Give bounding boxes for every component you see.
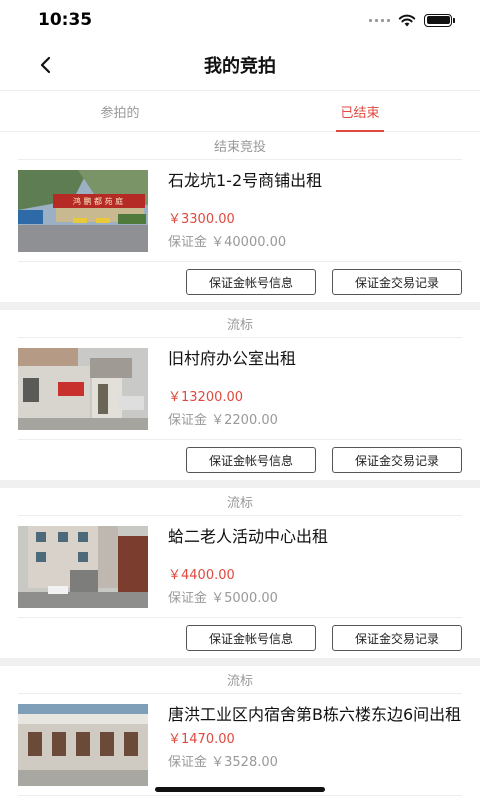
cellular-signal-icon: [369, 18, 390, 22]
listing-body[interactable]: 鸿 鹏 都 苑 庭 石龙坑1-2号商铺出租 ￥3300.00 保证金 ￥4000…: [18, 160, 462, 262]
listing-title: 蛤二老人活动中心出租: [168, 527, 329, 546]
list-item: 结束竞投 鸿 鹏 都 苑 庭 石龙坑1-2号商铺出租 ￥3300.00 保证金 …: [0, 132, 480, 302]
deposit-transaction-log-button[interactable]: 保证金交易记录: [332, 269, 462, 295]
deposit-account-info-button[interactable]: 保证金帐号信息: [186, 269, 316, 295]
listing-price: ￥3300.00: [168, 212, 235, 227]
tab-bar: 参拍的 已结束: [0, 90, 480, 132]
listing-title: 石龙坑1-2号商铺出租: [168, 171, 323, 190]
listing-photo: [18, 526, 148, 608]
listing-price: ￥13200.00: [168, 390, 244, 405]
deposit-account-info-button[interactable]: 保证金帐号信息: [186, 625, 316, 651]
listing-price: ￥4400.00: [168, 568, 235, 583]
battery-icon: [424, 13, 455, 27]
listing-deposit: 保证金 ￥3528.00: [168, 755, 278, 770]
section-divider: [0, 302, 480, 310]
listing-body[interactable]: 旧村府办公室出租 ￥13200.00 保证金 ￥2200.00: [18, 338, 462, 440]
auction-status: 流标: [18, 310, 462, 338]
listing-deposit: 保证金 ￥2200.00: [168, 413, 278, 428]
status-icons: [369, 13, 455, 27]
listing-title: 唐洪工业区内宿舍第B栋六楼东边6间出租: [168, 705, 462, 724]
listing-photo: 鸿 鹏 都 苑 庭: [18, 170, 148, 252]
listing-actions: 保证金帐号信息 保证金交易记录: [18, 440, 462, 480]
list-item: 流标 唐洪工业区内宿舍第B栋六楼东边6间出租 ￥1470.00 保证金 ￥352…: [0, 666, 480, 796]
listing-body[interactable]: 蛤二老人活动中心出租 ￥4400.00 保证金 ￥5000.00: [18, 516, 462, 618]
shop-sign-text: 鸿 鹏 都 苑 庭: [73, 196, 123, 206]
listing-deposit: 保证金 ￥40000.00: [168, 235, 287, 250]
listing-info: 旧村府办公室出租 ￥13200.00 保证金 ￥2200.00: [168, 348, 462, 429]
listing-info: 唐洪工业区内宿舍第B栋六楼东边6间出租 ￥1470.00 保证金 ￥3528.0…: [168, 704, 462, 785]
auction-status: 流标: [18, 666, 462, 694]
auction-status: 流标: [18, 488, 462, 516]
listing-price: ￥1470.00: [168, 732, 235, 747]
listing-photo: [18, 704, 148, 786]
home-indicator: [155, 787, 325, 792]
listing-actions: 保证金帐号信息 保证金交易记录: [18, 618, 462, 658]
list-item: 流标 蛤二老人活动中心出租 ￥4400.00 保证金 ￥5000.00 保证金帐…: [0, 488, 480, 658]
listing-title: 旧村府办公室出租: [168, 349, 297, 368]
section-divider: [0, 480, 480, 488]
listing-info: 蛤二老人活动中心出租 ￥4400.00 保证金 ￥5000.00: [168, 526, 462, 607]
tab-ended[interactable]: 已结束: [240, 91, 480, 131]
wifi-icon: [398, 14, 416, 26]
list-item: 流标 旧村府办公室出租 ￥13200.00 保证金 ￥2200.00 保证金帐号…: [0, 310, 480, 480]
status-bar: 10:35: [0, 0, 480, 40]
tab-participating[interactable]: 参拍的: [0, 91, 240, 131]
deposit-transaction-log-button[interactable]: 保证金交易记录: [332, 625, 462, 651]
status-time: 10:35: [38, 10, 93, 30]
deposit-account-info-button[interactable]: 保证金帐号信息: [186, 447, 316, 473]
listing-photo: [18, 348, 148, 430]
deposit-transaction-log-button[interactable]: 保证金交易记录: [332, 447, 462, 473]
listing-body[interactable]: 唐洪工业区内宿舍第B栋六楼东边6间出租 ￥1470.00 保证金 ￥3528.0…: [18, 694, 462, 796]
auction-status: 结束竞投: [18, 132, 462, 160]
page-title: 我的竞拍: [204, 56, 276, 77]
section-divider: [0, 658, 480, 666]
chevron-left-icon: [40, 56, 51, 74]
nav-bar: 我的竞拍: [0, 40, 480, 90]
listing-deposit: 保证金 ￥5000.00: [168, 591, 278, 606]
back-button[interactable]: [30, 48, 60, 82]
listing-info: 石龙坑1-2号商铺出租 ￥3300.00 保证金 ￥40000.00: [168, 170, 462, 251]
listing-actions: 保证金帐号信息 保证金交易记录: [18, 262, 462, 302]
